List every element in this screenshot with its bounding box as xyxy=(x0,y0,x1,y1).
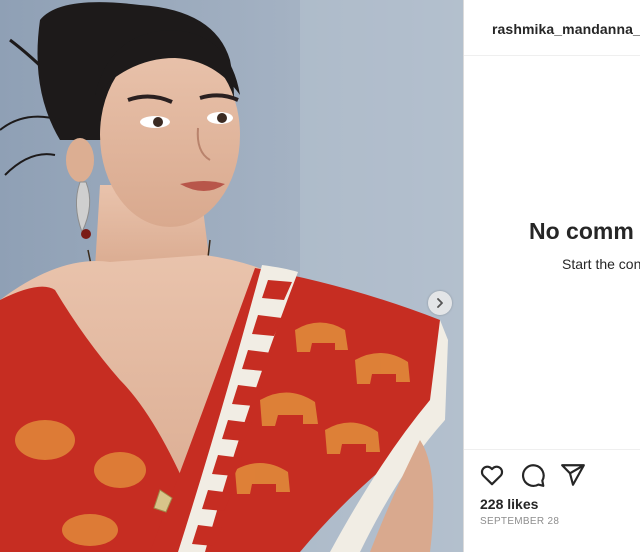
post-author-username[interactable]: rashmika_mandanna_ho xyxy=(492,21,640,37)
actions-divider xyxy=(464,449,640,450)
post-side-panel: rashmika_mandanna_ho No comm Start the c… xyxy=(464,0,640,552)
chevron-right-icon xyxy=(437,298,443,308)
paper-plane-icon[interactable] xyxy=(560,462,586,488)
post-photo-illustration xyxy=(0,0,463,552)
instagram-post-viewer: rashmika_mandanna_ho No comm Start the c… xyxy=(0,0,640,552)
speech-bubble-icon[interactable] xyxy=(520,462,546,488)
no-comments-subtitle: Start the con xyxy=(562,256,640,272)
no-comments-title: No comm xyxy=(529,218,634,244)
post-image[interactable] xyxy=(0,0,463,552)
post-date: SEPTEMBER 28 xyxy=(480,516,560,527)
post-header: rashmika_mandanna_ho xyxy=(464,0,640,56)
heart-outline-icon[interactable] xyxy=(479,462,505,488)
likes-count[interactable]: 228 likes xyxy=(480,496,538,512)
next-image-button[interactable] xyxy=(428,291,452,315)
